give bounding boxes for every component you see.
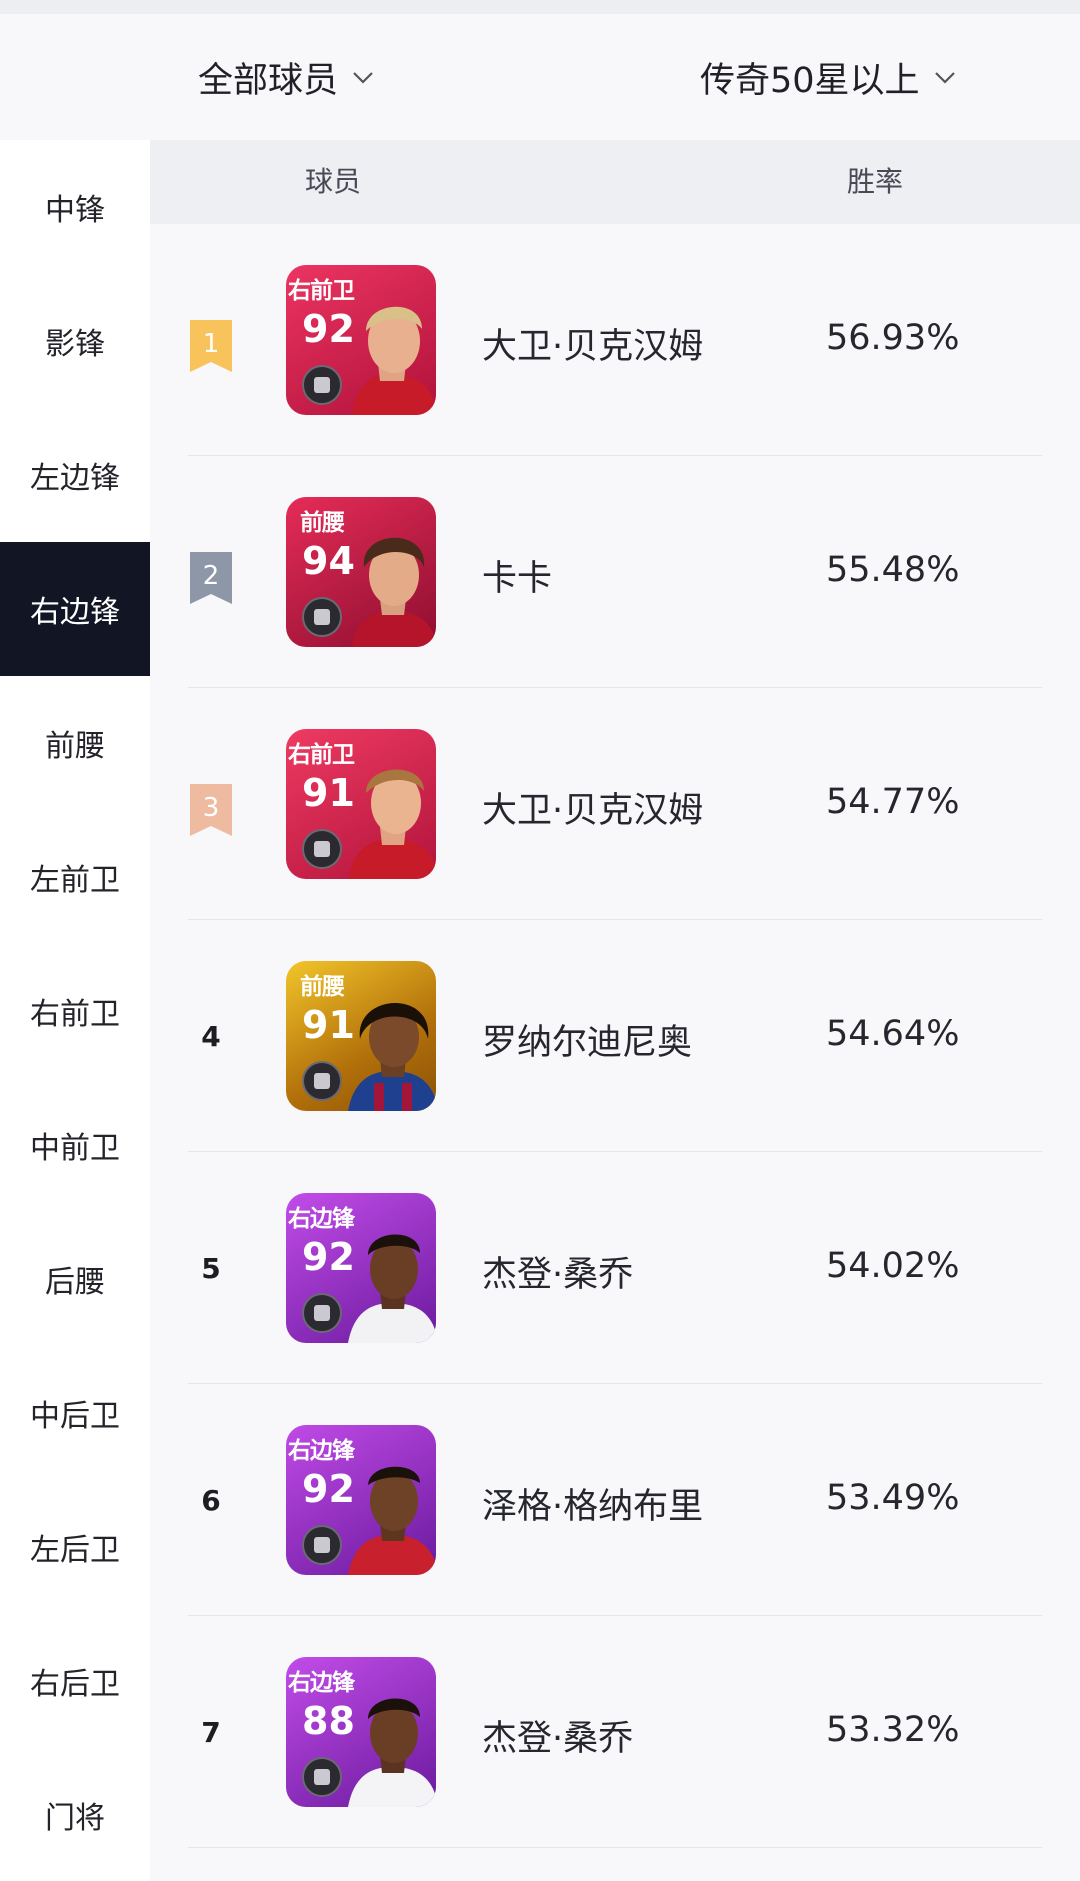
player-card: 右边锋 92 xyxy=(286,1425,436,1575)
win-rate: 54.77% xyxy=(826,782,960,822)
card-position: 右边锋 xyxy=(288,1206,355,1232)
position-sidebar: 中锋 影锋 左边锋 右边锋 前腰 左前卫 右前卫 中前卫 后腰 中后卫 左后卫 … xyxy=(0,140,150,1881)
club-badge-icon xyxy=(302,597,342,637)
club-badge-icon xyxy=(302,1757,342,1797)
sidebar-item-cb[interactable]: 中后卫 xyxy=(0,1346,150,1480)
rank-filter-dropdown[interactable]: 传奇50星以上 xyxy=(700,14,960,140)
card-position: 右边锋 xyxy=(288,1438,355,1464)
sidebar-item-gk[interactable]: 门将 xyxy=(0,1748,150,1881)
win-rate: 56.93% xyxy=(826,318,960,358)
club-badge-icon xyxy=(302,829,342,869)
player-portrait-icon xyxy=(352,537,436,647)
card-rating: 92 xyxy=(302,1235,355,1279)
table-row[interactable]: 7 右边锋 88 杰登·桑乔 53.32% xyxy=(150,1616,1080,1848)
club-badge-icon xyxy=(302,1525,342,1565)
chevron-down-icon xyxy=(934,72,955,84)
player-name: 杰登·桑乔 xyxy=(482,1255,634,1295)
player-card: 右边锋 92 xyxy=(286,1193,436,1343)
player-name: 罗纳尔迪尼奥 xyxy=(482,1023,693,1063)
card-position: 右前卫 xyxy=(288,278,355,304)
card-rating: 88 xyxy=(302,1699,355,1743)
player-filter-label: 全部球员 xyxy=(198,60,339,101)
sidebar-item-cf[interactable]: 中锋 xyxy=(0,140,150,274)
player-portrait-icon xyxy=(348,1002,436,1111)
card-rating: 91 xyxy=(302,1003,355,1047)
player-name: 泽格·格纳布里 xyxy=(482,1487,704,1527)
win-rate: 54.02% xyxy=(826,1246,960,1286)
win-rate: 54.64% xyxy=(826,1014,960,1054)
club-badge-icon xyxy=(302,1061,342,1101)
win-rate: 55.48% xyxy=(826,550,960,590)
rank-number: 3 xyxy=(202,793,220,823)
player-portrait-icon xyxy=(348,1234,436,1343)
player-name: 卡卡 xyxy=(482,559,553,599)
sidebar-item-lwf[interactable]: 左边锋 xyxy=(0,408,150,542)
table-row[interactable]: 6 右边锋 92 泽格·格纳布里 53.49% xyxy=(150,1384,1080,1616)
win-rate: 53.32% xyxy=(826,1710,960,1750)
header-player: 球员 xyxy=(305,165,362,198)
chevron-down-icon xyxy=(353,72,373,84)
sidebar-item-rmf[interactable]: 右前卫 xyxy=(0,944,150,1078)
rank-number: 5 xyxy=(201,1252,221,1285)
win-rate: 53.49% xyxy=(826,1478,960,1518)
sidebar-item-lb[interactable]: 左后卫 xyxy=(0,1480,150,1614)
player-name: 大卫·贝克汉姆 xyxy=(482,327,704,367)
header-win-rate: 胜率 xyxy=(847,165,904,198)
player-portrait-icon xyxy=(348,769,436,879)
table-row[interactable]: 5 右边锋 92 杰登·桑乔 54.02% xyxy=(150,1152,1080,1384)
card-rating: 92 xyxy=(302,307,355,351)
row-divider xyxy=(188,1847,1042,1848)
sidebar-item-ss[interactable]: 影锋 xyxy=(0,274,150,408)
sidebar-item-lmf[interactable]: 左前卫 xyxy=(0,810,150,944)
rank-number: 1 xyxy=(202,329,220,359)
table-row[interactable]: 2 前腰 94 卡卡 55.48% xyxy=(150,456,1080,688)
rank-number: 2 xyxy=(202,561,220,591)
sidebar-item-rb[interactable]: 右后卫 xyxy=(0,1614,150,1748)
player-card: 右前卫 92 xyxy=(286,265,436,415)
rank-filter-label: 传奇50星以上 xyxy=(700,60,920,101)
player-name: 大卫·贝克汉姆 xyxy=(482,791,704,831)
rank-number: 6 xyxy=(201,1484,221,1517)
player-filter-dropdown[interactable]: 全部球员 xyxy=(198,14,378,140)
table-header: 球员 胜率 xyxy=(150,140,1080,224)
ranking-table: 球员 胜率 1 右前卫 92 大卫·贝克汉姆 56.93% 2 前腰 94 卡卡… xyxy=(150,140,1080,1881)
sidebar-item-amf[interactable]: 前腰 xyxy=(0,676,150,810)
player-portrait-icon xyxy=(348,1698,436,1807)
card-position: 前腰 xyxy=(300,510,345,536)
player-card: 右边锋 88 xyxy=(286,1657,436,1807)
player-card: 前腰 91 xyxy=(286,961,436,1111)
card-position: 前腰 xyxy=(300,974,345,1000)
card-position: 右边锋 xyxy=(288,1670,355,1696)
card-rating: 94 xyxy=(302,539,355,583)
table-row[interactable]: 1 右前卫 92 大卫·贝克汉姆 56.93% xyxy=(150,224,1080,456)
table-row[interactable]: 4 前腰 91 罗纳尔迪尼奥 54.64% xyxy=(150,920,1080,1152)
table-row[interactable]: 3 右前卫 91 大卫·贝克汉姆 54.77% xyxy=(150,688,1080,920)
player-portrait-icon xyxy=(352,306,436,415)
status-strip xyxy=(0,0,1080,14)
sidebar-item-cmf[interactable]: 中前卫 xyxy=(0,1078,150,1212)
filter-bar: 全部球员 传奇50星以上 xyxy=(0,14,1080,140)
club-badge-icon xyxy=(302,1293,342,1333)
player-name: 杰登·桑乔 xyxy=(482,1719,634,1759)
card-rating: 91 xyxy=(302,771,355,815)
rank-number: 4 xyxy=(201,1020,221,1053)
sidebar-item-dmf[interactable]: 后腰 xyxy=(0,1212,150,1346)
club-badge-icon xyxy=(302,365,342,405)
card-position: 右前卫 xyxy=(288,742,355,768)
player-card: 右前卫 91 xyxy=(286,729,436,879)
player-card: 前腰 94 xyxy=(286,497,436,647)
player-portrait-icon xyxy=(348,1466,436,1575)
card-rating: 92 xyxy=(302,1467,355,1511)
rank-number: 7 xyxy=(201,1716,221,1749)
sidebar-item-rwf[interactable]: 右边锋 xyxy=(0,542,150,676)
